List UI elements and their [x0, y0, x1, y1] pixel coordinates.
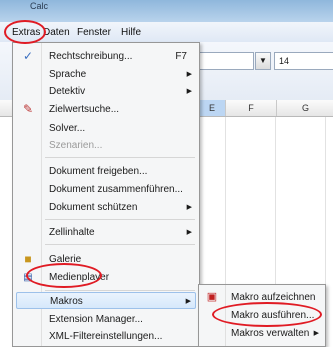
submenu-arrow-icon: ▶ [186, 229, 192, 236]
font-size-input[interactable]: 14 [274, 52, 333, 70]
menu-item-dokument-zusammenfuehren[interactable]: Dokument zusammenführen... [13, 181, 199, 198]
menu-item-solver[interactable]: Solver... [13, 120, 199, 137]
menu-item-xml-filtereinstellungen[interactable]: XML-Filtereinstellungen... [13, 328, 199, 345]
menu-separator [45, 157, 195, 158]
menu-item-rechtschreibung[interactable]: ✓ Rechtschreibung... F7 [13, 48, 199, 65]
chevron-down-icon: ▼ [259, 56, 267, 65]
menu-item-extension-manager[interactable]: Extension Manager... [13, 311, 199, 328]
menu-hilfe[interactable]: Hilfe [121, 27, 141, 38]
menu-item-sprache[interactable]: Sprache ▶ [13, 66, 199, 83]
menu-item-dokument-schuetzen[interactable]: Dokument schützen ▶ [13, 199, 199, 216]
spellcheck-icon: ✓ [22, 49, 34, 63]
submenu-arrow-icon: ▶ [186, 88, 192, 95]
menu-item-dokument-freigeben[interactable]: Dokument freigeben... [13, 163, 199, 180]
annotation-circle-extras [4, 20, 46, 44]
menu-item-makros[interactable]: Makros ▶ [16, 292, 196, 309]
menu-item-szenarien: Szenarien... [49, 140, 103, 151]
submenu-arrow-icon: ▶ [186, 71, 192, 78]
font-name-dropdown-button[interactable]: ▼ [255, 52, 271, 70]
menubar: Extras Daten Fenster Hilfe [0, 22, 333, 43]
column-header-g[interactable]: G [276, 100, 333, 116]
record-macro-icon: ▣ [206, 291, 218, 303]
menu-item-zellinhalte[interactable]: Zellinhalte ▶ [13, 224, 199, 241]
submenu-arrow-icon: ▶ [185, 298, 191, 305]
menu-item-makros-verwalten[interactable]: Makros verwalten ▶ [199, 325, 325, 343]
extras-menu: ✓ Rechtschreibung... F7 Sprache ▶ Detekt… [12, 42, 200, 347]
menu-item-detektiv[interactable]: Detektiv ▶ [13, 83, 199, 100]
column-header-e[interactable]: E [198, 100, 225, 116]
menu-separator [45, 219, 195, 220]
menu-separator [45, 290, 195, 291]
gallery-icon: ■ [24, 252, 32, 266]
goal-seek-icon: ✎ [22, 102, 34, 116]
annotation-circle-makro-ausfuehren [212, 302, 322, 327]
column-header-f[interactable]: F [225, 100, 276, 116]
annotation-circle-makros [26, 263, 102, 288]
menu-separator [45, 244, 195, 245]
window-title: Calc [30, 1, 49, 11]
submenu-arrow-icon: ▶ [313, 330, 319, 337]
menu-item-zielwertsuche[interactable]: ✎ Zielwertsuche... [13, 101, 199, 118]
submenu-arrow-icon: ▶ [186, 204, 192, 211]
menu-fenster[interactable]: Fenster [77, 27, 111, 38]
window-titlebar: Calc [0, 0, 333, 22]
menu-daten[interactable]: Daten [43, 27, 70, 38]
